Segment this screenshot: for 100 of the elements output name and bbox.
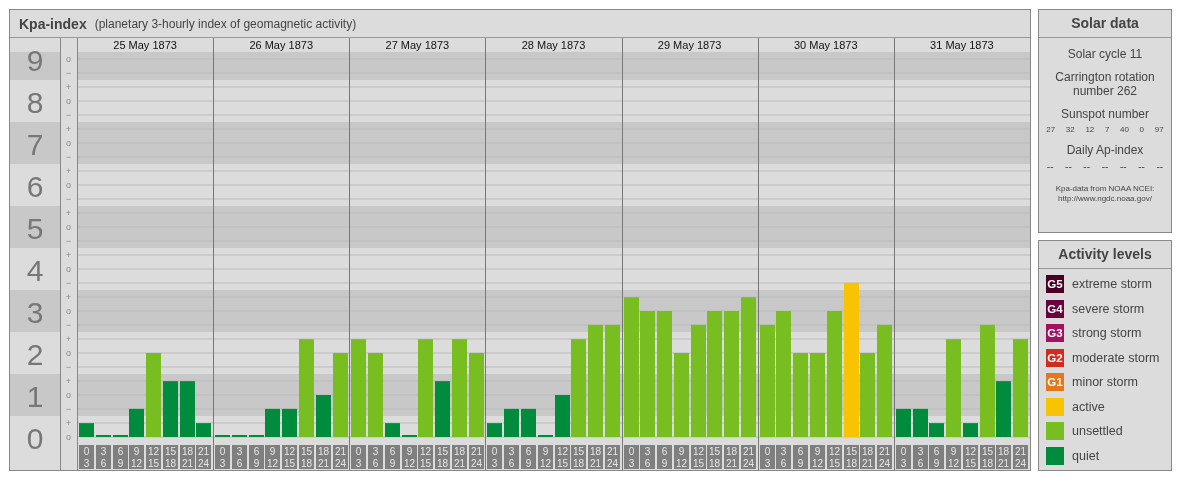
kp-sublevel-label: + (65, 124, 72, 134)
activity-level-label: minor storm (1072, 375, 1138, 389)
slot-end-hour: 21 (997, 458, 1010, 469)
slot-end-hour: 24 (197, 458, 210, 469)
ap-index-value: -- (1083, 161, 1091, 172)
kp-sublevel-label: + (65, 376, 72, 386)
slot-start-hour: 12 (147, 446, 160, 457)
slot-start-hour: 6 (117, 446, 124, 457)
storm-level-badge: G1 (1046, 373, 1064, 391)
slot-end-hour: 24 (1014, 458, 1027, 469)
slot-start-hour: 12 (556, 446, 569, 457)
slot-start-hour: 21 (197, 446, 210, 457)
slot-end-hour: 15 (147, 458, 160, 469)
slot-start-hour: 15 (845, 446, 858, 457)
activity-level-label: moderate storm (1072, 350, 1160, 365)
kp-sublevel-label: o (66, 390, 71, 400)
chart-subtitle: (planetary 3-hourly index of geomagnetic activity) (94, 16, 357, 31)
slot-end-hour: 24 (878, 458, 891, 469)
activity-level-label: extreme storm (1072, 277, 1152, 291)
slot-start-hour: 18 (317, 446, 330, 457)
slot-start-hour: 18 (997, 446, 1010, 457)
ap-index-value: -- (1119, 161, 1127, 172)
slot-start-hour: 9 (950, 446, 957, 457)
slot-end-hour: 18 (981, 458, 994, 469)
slot-end-hour: 9 (253, 458, 260, 469)
kp-sublevel-label: o (66, 138, 71, 148)
kp-sublevel-label: o (66, 348, 71, 358)
source-link[interactable]: http://www.ngdc.noaa.gov/ (1039, 194, 1171, 204)
sunspot-value: 7 (1104, 125, 1110, 134)
slot-start-hour: 3 (780, 446, 787, 457)
slot-end-hour: 24 (606, 458, 619, 469)
slot-end-hour: 15 (828, 458, 841, 469)
storm-level-badge: G5 (1046, 275, 1064, 293)
sunspot-value: 12 (1085, 125, 1095, 134)
slot-end-hour: 6 (644, 458, 651, 469)
slot-end-hour: 3 (628, 458, 635, 469)
ap-index-value: -- (1101, 161, 1109, 172)
kp-sublevel-label: + (65, 292, 72, 302)
slot-end-hour: 9 (797, 458, 804, 469)
slot-end-hour: 24 (742, 458, 755, 469)
slot-start-hour: 9 (542, 446, 549, 457)
sunspot-title: Sunspot number (1059, 107, 1151, 121)
slot-start-hour: 18 (453, 446, 466, 457)
slot-end-hour: 12 (539, 458, 552, 469)
slot-end-hour: 21 (725, 458, 738, 469)
carrington-rotation: Carrington rotation number 262 (1054, 70, 1156, 98)
slot-start-hour: 6 (389, 446, 396, 457)
slot-end-hour: 6 (100, 458, 107, 469)
sunspot-value: 32 (1065, 125, 1075, 134)
slot-end-hour: 18 (300, 458, 313, 469)
shaded-band (10, 374, 60, 416)
chart-title: Kpa-index (19, 15, 87, 32)
day-date: 25 May 1873 (113, 39, 177, 51)
slot-start-hour: 12 (828, 446, 841, 457)
slot-end-hour: 21 (181, 458, 194, 469)
ap-index-value: -- (1065, 161, 1072, 172)
slot-start-hour: 12 (283, 446, 296, 457)
kp-level-number: 8 (26, 85, 44, 119)
solar-cycle: Solar cycle 11 (1066, 47, 1144, 61)
slot-start-hour: 9 (678, 446, 685, 457)
slot-start-hour: 18 (181, 446, 194, 457)
day-date: 29 May 1873 (657, 39, 722, 51)
kp-sublevel-label: o (66, 432, 71, 442)
storm-level-badge: G3 (1046, 324, 1064, 342)
slot-start-hour: 15 (164, 446, 177, 457)
slot-start-hour: 0 (219, 446, 226, 457)
kp-sublevel-label: o (66, 264, 71, 274)
sunspot-value: 40 (1120, 125, 1129, 134)
panel-title: Solar data (1039, 10, 1171, 38)
slot-end-hour: 3 (219, 458, 226, 469)
slot-start-hour: 9 (133, 446, 140, 457)
slot-end-hour: 6 (508, 458, 515, 469)
slot-start-hour: 6 (253, 446, 260, 457)
kp-sublevel-label: − (65, 194, 72, 204)
slot-end-hour: 21 (453, 458, 466, 469)
day-date: 30 May 1873 (794, 39, 858, 51)
activity-level-label: unsettled (1072, 424, 1123, 438)
slot-start-hour: 21 (878, 446, 891, 457)
slot-start-hour: 3 (372, 446, 379, 457)
kp-sublevel-label: − (65, 152, 72, 162)
slot-end-hour: 15 (419, 458, 432, 469)
slot-end-hour: 18 (708, 458, 721, 469)
slot-start-hour: 21 (606, 446, 619, 457)
day-date: 27 May 1873 (385, 39, 450, 51)
slot-end-hour: 21 (317, 458, 330, 469)
sunspot-value: 27 (1046, 125, 1056, 134)
slot-start-hour: 3 (508, 446, 515, 457)
slot-start-hour: 21 (1014, 446, 1027, 457)
shaded-band (10, 206, 60, 248)
kp-sublevel-label: o (66, 306, 71, 316)
slot-end-hour: 15 (556, 458, 569, 469)
slot-start-hour: 9 (406, 446, 413, 457)
ap-index-title: Daily Ap-index (1065, 143, 1145, 157)
sunspot-value: 97 (1154, 125, 1164, 134)
slot-start-hour: 18 (861, 446, 874, 457)
slot-end-hour: 24 (470, 458, 483, 469)
kp-sublevel-label: + (65, 208, 72, 218)
slot-end-hour: 12 (947, 458, 960, 469)
kp-sublevel-label: − (65, 362, 72, 372)
shaded-band (10, 52, 60, 80)
